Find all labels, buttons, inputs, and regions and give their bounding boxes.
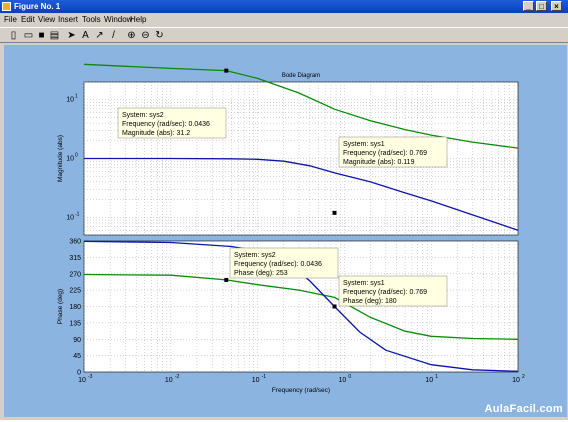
datatip-text: System: sys1 [343, 280, 385, 287]
x-tick-exponent: 0 [348, 374, 351, 380]
menu-bar: File Edit View Insert Tools Window Help [0, 14, 568, 26]
bode-diagram: Bode Diagram10 110 010 -1360315270225180135… [57, 63, 525, 394]
x-tick-label: 10 [425, 377, 433, 384]
phase-tick-label: 360 [69, 239, 81, 246]
datatip-text: Phase (deg): 180 [343, 298, 397, 305]
magnitude-tick-label: 10 [66, 214, 74, 221]
phase-axis-label: Phase (deg) [57, 289, 64, 324]
rotate-icon[interactable]: ↻ [154, 30, 165, 41]
line-tool-icon[interactable]: / [108, 30, 119, 41]
datatip-text: Magnitude (abs): 0.119 [343, 159, 415, 166]
pointer-arrow-icon[interactable]: ➤ [66, 30, 77, 41]
datatip-text: Frequency (rad/sec): 0.769 [343, 150, 427, 157]
menu-edit[interactable]: Edit [21, 14, 35, 26]
phase-tick-label: 270 [69, 271, 81, 278]
chart-title: Bode Diagram [282, 73, 320, 79]
magnitude-axis-label: Magnitude (abs) [57, 135, 64, 182]
x-tick-exponent: -2 [175, 374, 180, 380]
datatip-text: System: sys2 [122, 112, 164, 119]
x-tick-label: 10 [512, 377, 520, 384]
magnitude-tick-exponent: 1 [75, 94, 78, 100]
close-button[interactable]: × [551, 1, 562, 11]
datatip-marker [224, 277, 229, 282]
phase-tick-label: 315 [69, 255, 81, 262]
magnitude-tick-exponent: 0 [75, 153, 78, 159]
watermark: AulaFacil.com [484, 403, 563, 415]
phase-tick-label: 0 [77, 370, 81, 377]
menu-window[interactable]: Window [104, 14, 132, 26]
new-file-icon[interactable]: ▯ [8, 30, 19, 41]
x-tick-label: 10 [339, 377, 347, 384]
zoom-out-icon[interactable]: ⊖ [140, 30, 151, 41]
phase-tick-label: 135 [69, 320, 81, 327]
magnitude-tick-exponent: -1 [75, 211, 80, 217]
x-tick-exponent: 2 [522, 374, 525, 380]
zoom-in-icon[interactable]: ⊕ [126, 30, 137, 41]
x-tick-exponent: -1 [262, 374, 267, 380]
phase-tick-label: 180 [69, 304, 81, 311]
datatip-text: Frequency (rad/sec): 0.0436 [122, 121, 210, 128]
datatip-text: Phase (deg): 253 [234, 270, 288, 277]
menu-insert[interactable]: Insert [58, 14, 78, 26]
menu-tools[interactable]: Tools [82, 14, 101, 26]
toolbar: ▯ ▭ ■ ▤ ➤ A ↗ / ⊕ ⊖ ↻ [0, 27, 568, 43]
datatip-marker [332, 210, 337, 215]
window-title: Figure No. 1 [14, 2, 61, 11]
figure-canvas: Bode Diagram 10 1 10 0 10 -1 360 315 270 225 180 135… [4, 45, 567, 417]
datatip-text: Frequency (rad/sec): 0.769 [343, 289, 427, 296]
figure-window: Figure No. 1 _ □ × File Edit View Insert… [0, 0, 568, 420]
x-axis-label: Frequency (rad/sec) [272, 387, 330, 394]
print-icon[interactable]: ▤ [49, 30, 60, 41]
datatip-text: Frequency (rad/sec): 0.0436 [234, 261, 322, 268]
x-tick-exponent: -3 [88, 374, 93, 380]
datatip-text: Magnitude (abs): 31.2 [122, 130, 190, 137]
magnitude-tick-label: 10 [66, 97, 74, 104]
x-tick-label: 10 [252, 377, 260, 384]
text-tool-icon[interactable]: A [80, 30, 91, 41]
datatip-text: System: sys1 [343, 141, 385, 148]
x-tick-exponent: 1 [435, 374, 438, 380]
menu-help[interactable]: Help [130, 14, 146, 26]
magnitude-tick-label: 10 [66, 156, 74, 163]
datatip-text: System: sys2 [234, 252, 276, 259]
datatip-marker [332, 304, 337, 309]
datatip-marker [224, 68, 229, 73]
phase-tick-label: 225 [69, 288, 81, 295]
menu-view[interactable]: View [38, 14, 55, 26]
x-tick-label: 10 [165, 377, 173, 384]
phase-tick-label: 45 [73, 353, 81, 360]
maximize-button[interactable]: □ [536, 1, 547, 11]
open-folder-icon[interactable]: ▭ [23, 30, 34, 41]
save-icon[interactable]: ■ [36, 30, 47, 41]
matlab-figure-icon [2, 2, 11, 11]
x-tick-label: 10 [78, 377, 86, 384]
menu-file[interactable]: File [4, 14, 17, 26]
phase-tick-label: 90 [73, 337, 81, 344]
title-bar: Figure No. 1 _ □ × [0, 0, 568, 13]
minimize-button[interactable]: _ [523, 1, 534, 11]
arrow-tool-icon[interactable]: ↗ [94, 30, 105, 41]
